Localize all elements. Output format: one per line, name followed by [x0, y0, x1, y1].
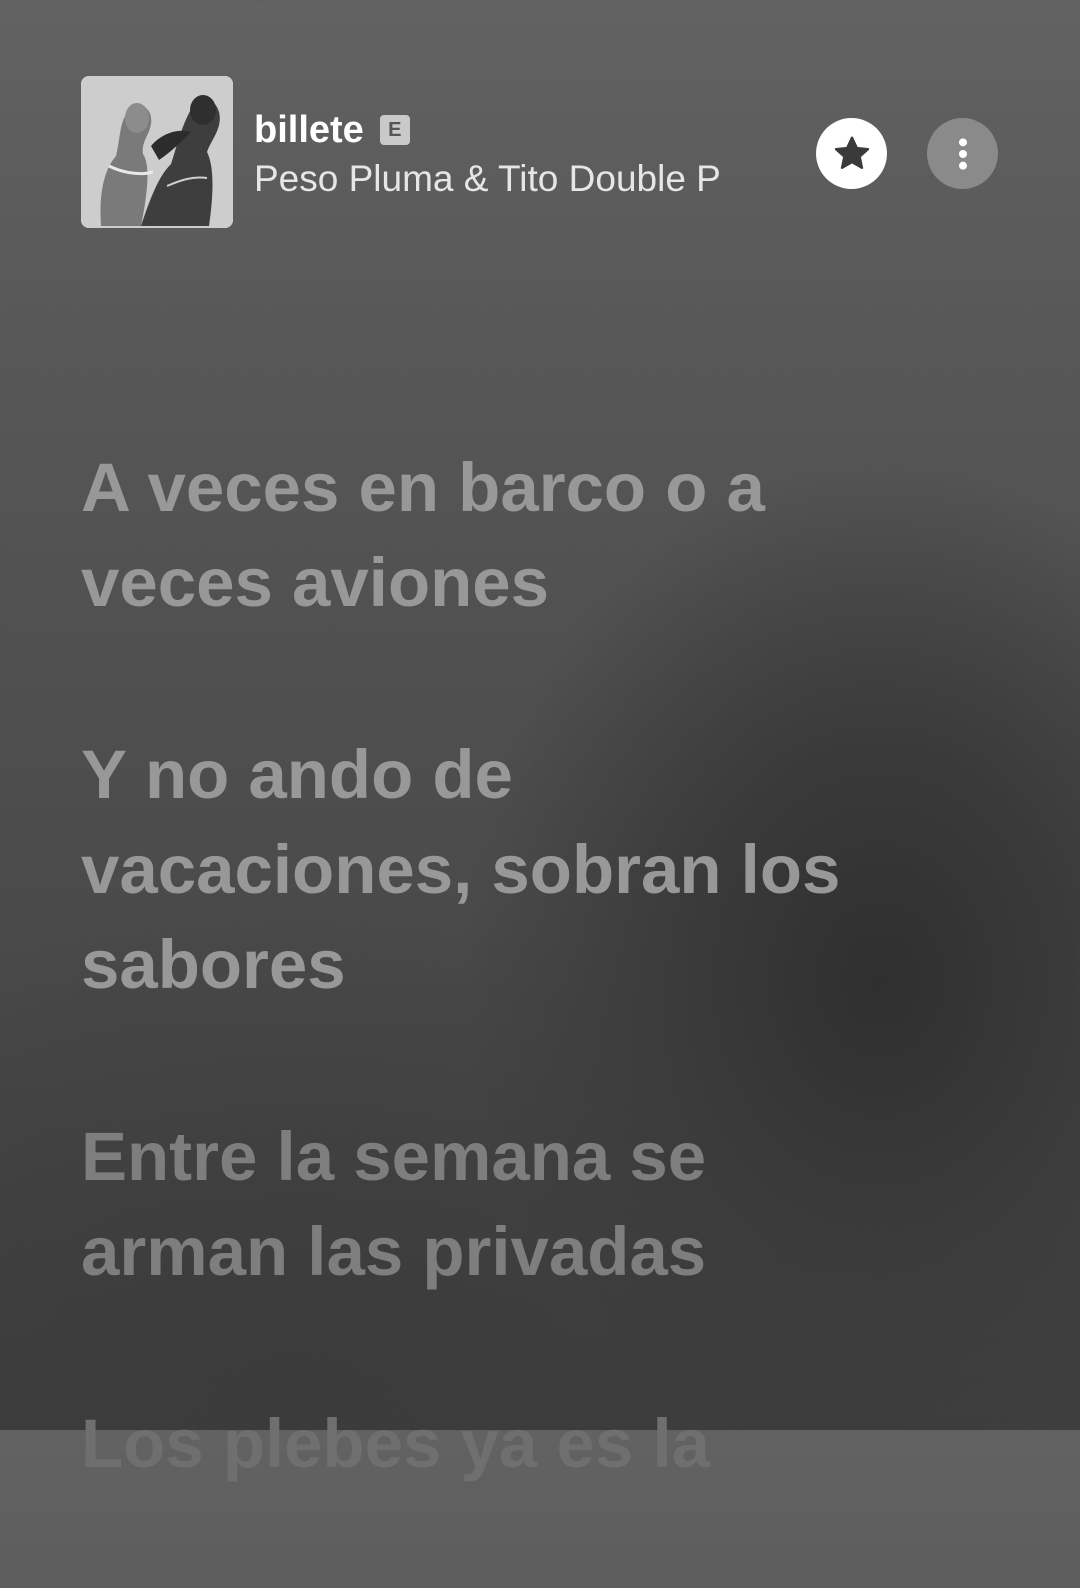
title-row: billete E — [254, 104, 794, 156]
track-title[interactable]: billete — [254, 109, 364, 152]
album-art[interactable] — [81, 76, 233, 228]
favorite-button[interactable] — [816, 118, 887, 189]
lyric-line[interactable]: Entre la semana se arman las privadas — [81, 1109, 841, 1299]
track-artist[interactable]: Peso Pluma & Tito Double P — [254, 158, 794, 200]
track-info: billete E Peso Pluma & Tito Double P — [254, 104, 794, 200]
album-cover-image — [81, 76, 233, 228]
now-playing-header: billete E Peso Pluma & Tito Double P — [0, 0, 1080, 260]
star-icon — [834, 136, 869, 169]
lyric-line[interactable]: Y no ando de vacaciones, sobran los sabo… — [81, 727, 841, 1012]
lyric-line[interactable]: A veces en barco o a veces aviones — [81, 440, 841, 630]
explicit-badge: E — [379, 115, 410, 145]
more-vertical-icon — [958, 137, 967, 170]
lyrics-view[interactable]: A veces en barco o a veces aviones Y no … — [81, 440, 841, 1588]
more-options-button[interactable] — [927, 118, 998, 189]
lyric-line[interactable]: Los plebes ya es la — [81, 1396, 841, 1491]
